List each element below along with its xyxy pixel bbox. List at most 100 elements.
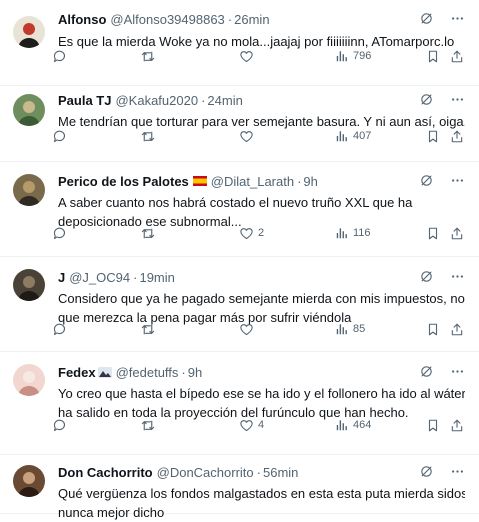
tweet-text-line: Me tendrían que torturar para ver semeja… (58, 114, 465, 129)
more-options-icon[interactable] (450, 364, 465, 379)
share-button[interactable] (450, 322, 464, 337)
share-icon (450, 322, 464, 337)
view-count: 407 (353, 130, 372, 142)
bookmark-button[interactable] (426, 322, 440, 337)
more-options-icon[interactable] (450, 92, 465, 107)
timestamp[interactable]: 24min (207, 93, 242, 108)
timestamp[interactable]: 56min (263, 465, 298, 480)
more-options-icon[interactable] (450, 269, 465, 284)
reply-tweet[interactable]: Perico de los Palotes @Dilat_Larath · 9h… (0, 162, 479, 257)
author-name[interactable]: Alfonso (58, 12, 106, 27)
avatar[interactable] (13, 465, 45, 497)
author-name[interactable]: Fedex (58, 365, 96, 380)
heart-icon (239, 418, 254, 433)
view-count: 116 (353, 227, 371, 239)
separator-dot: · (181, 364, 186, 380)
retweet-button[interactable] (140, 322, 160, 337)
grok-icon[interactable] (419, 464, 434, 479)
tweet-text-line: Qué vergüenza los fondos malgastados en … (58, 486, 465, 501)
avatar[interactable] (13, 364, 45, 396)
share-icon (450, 418, 464, 433)
author-handle[interactable]: @Alfonso39498863 (110, 12, 224, 27)
author-handle[interactable]: @Dilat_Larath (211, 174, 294, 189)
view-count: 796 (353, 50, 372, 62)
reply-tweet[interactable]: Fedex @fedetuffs · 9h Yo creo que hasta … (0, 352, 479, 455)
reply-button[interactable] (52, 226, 71, 241)
author-handle[interactable]: @DonCachorrito (157, 465, 254, 480)
author-name[interactable]: Perico de los Palotes (58, 174, 189, 189)
grok-icon[interactable] (419, 92, 434, 107)
more-options-icon[interactable] (450, 464, 465, 479)
reply-tweet[interactable]: Don Cachorrito @DonCachorrito · 56min Qu… (0, 455, 479, 520)
like-button[interactable] (239, 49, 258, 64)
more-options-icon[interactable] (450, 11, 465, 26)
landscape-emoji-icon (97, 366, 112, 378)
reply-tweet[interactable]: Alfonso @Alfonso39498863 · 26min Es que … (0, 0, 479, 86)
grok-icon[interactable] (419, 364, 434, 379)
reply-icon (52, 418, 67, 433)
reply-button[interactable] (52, 129, 71, 144)
retweet-button[interactable] (140, 129, 160, 144)
reply-button[interactable] (52, 49, 71, 64)
separator-dot: · (201, 92, 206, 108)
timestamp[interactable]: 9h (188, 365, 202, 380)
like-button[interactable] (239, 322, 258, 337)
avatar[interactable] (13, 269, 45, 301)
reply-tweet[interactable]: Paula TJ @Kakafu2020 · 24min Me tendrían… (0, 86, 479, 162)
retweet-button[interactable] (140, 49, 160, 64)
reply-button[interactable] (52, 418, 71, 433)
avatar[interactable] (13, 174, 45, 206)
retweet-button[interactable] (140, 418, 160, 433)
bookmark-icon (426, 129, 440, 144)
tweet-text: Considero que ya he pagado semejante mie… (58, 289, 465, 327)
tweet-text-line: que merezca la pena pagar más por sufrir… (58, 310, 352, 325)
spain-flag-icon (192, 176, 207, 186)
like-button[interactable]: 4 (239, 418, 264, 433)
bookmark-button[interactable] (426, 129, 440, 144)
avatar[interactable] (13, 16, 45, 48)
grok-icon[interactable] (419, 11, 434, 26)
author-name[interactable]: Don Cachorrito (58, 465, 153, 480)
more-options-icon[interactable] (450, 173, 465, 188)
views-chart-icon (335, 322, 349, 336)
share-button[interactable] (450, 418, 464, 433)
author-handle[interactable]: @Kakafu2020 (115, 93, 198, 108)
bookmark-button[interactable] (426, 226, 440, 241)
reply-icon (52, 129, 67, 144)
like-button[interactable] (239, 129, 258, 144)
retweet-button[interactable] (140, 226, 160, 241)
bookmark-icon (426, 226, 440, 241)
views-button[interactable]: 85 (335, 322, 365, 336)
retweet-icon (140, 129, 156, 144)
avatar[interactable] (13, 94, 45, 126)
views-button[interactable]: 116 (335, 226, 371, 240)
views-button[interactable]: 464 (335, 418, 371, 432)
share-icon (450, 49, 464, 64)
author-handle[interactable]: @J_OC94 (69, 270, 130, 285)
bookmark-button[interactable] (426, 49, 440, 64)
author-name[interactable]: Paula TJ (58, 93, 111, 108)
reply-icon (52, 226, 67, 241)
share-button[interactable] (450, 49, 464, 64)
reply-button[interactable] (52, 322, 71, 337)
share-button[interactable] (450, 226, 464, 241)
timestamp[interactable]: 9h (303, 174, 317, 189)
tweet-text-line: nunca mejor dicho (58, 505, 165, 520)
author-handle[interactable]: @fedetuffs (116, 365, 179, 380)
grok-icon[interactable] (419, 173, 434, 188)
reply-icon (52, 322, 67, 337)
separator-dot: · (133, 269, 138, 285)
views-chart-icon (335, 418, 349, 432)
heart-icon (239, 49, 254, 64)
reply-tweet[interactable]: J @J_OC94 · 19min Considero que ya he pa… (0, 257, 479, 352)
timestamp[interactable]: 19min (139, 270, 174, 285)
views-button[interactable]: 796 (335, 49, 371, 63)
views-button[interactable]: 407 (335, 129, 371, 143)
like-button[interactable]: 2 (239, 226, 264, 241)
timestamp[interactable]: 26min (234, 12, 269, 27)
retweet-icon (140, 322, 156, 337)
bookmark-button[interactable] (426, 418, 440, 433)
grok-icon[interactable] (419, 269, 434, 284)
share-button[interactable] (450, 129, 464, 144)
author-name[interactable]: J (58, 270, 65, 285)
